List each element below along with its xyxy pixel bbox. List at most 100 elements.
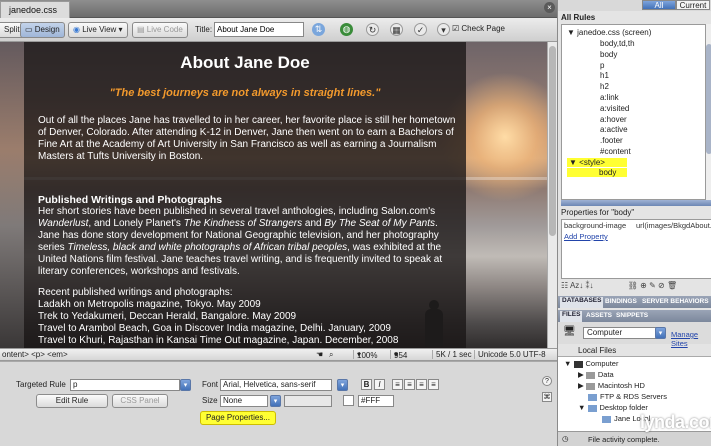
alpha-view-icon[interactable]: Az↓ (570, 281, 583, 290)
attach-stylesheet-icon[interactable]: ⛓ (628, 281, 638, 290)
content-panel[interactable]: About Jane Doe "The best journeys are no… (24, 42, 466, 348)
intro-paragraph[interactable]: Out of all the places Jane has travelled… (38, 115, 460, 163)
file-item-ftp-rds[interactable]: FTP & RDS Servers (588, 392, 667, 401)
window-size[interactable]: 954 x 482 ▾ (390, 350, 407, 378)
quick-tag-icon[interactable]: ⌘ (542, 392, 552, 402)
visual-aids-icon[interactable]: ▦ (390, 23, 403, 36)
style-group-node[interactable]: ▼ <style> (567, 158, 627, 167)
all-mode-button[interactable]: All (642, 0, 676, 10)
targeted-rule-select[interactable]: p (70, 379, 180, 391)
page-heading[interactable]: About Jane Doe (24, 53, 466, 73)
site-select[interactable]: Computer (583, 327, 663, 339)
chevron-down-icon[interactable]: ▾ (270, 395, 281, 407)
collapse-arrow-icon[interactable]: ▼ (564, 359, 574, 368)
edit-rule-button[interactable]: Edit Rule (36, 394, 108, 408)
css-rules-tree[interactable]: ▼ janedoe.css (screen) body,td,th body p h1… (561, 24, 706, 200)
expand-arrow-icon[interactable]: ▶ (578, 381, 586, 390)
tab-files[interactable]: FILES (560, 311, 583, 322)
design-scrollbar[interactable] (547, 42, 557, 348)
css-rule-item[interactable]: h1 (600, 71, 609, 80)
live-code-button[interactable]: ▤ Live Code (132, 22, 188, 38)
design-view[interactable]: About Jane Doe "The best journeys are no… (0, 42, 557, 348)
hand-icon[interactable]: ☚ (316, 350, 323, 359)
help-icon[interactable]: ? (542, 376, 552, 386)
chevron-down-icon[interactable]: ▾ (180, 379, 191, 391)
rules-scrollbar[interactable] (706, 24, 711, 200)
collapse-arrow-icon[interactable]: ▼ (578, 403, 588, 412)
page-properties-button[interactable]: Page Properties... (200, 411, 276, 425)
css-rule-item[interactable]: p (600, 61, 604, 70)
file-item-computer[interactable]: ▼ Computer (564, 359, 618, 368)
scrollbar-thumb[interactable] (549, 46, 556, 236)
doc-tab-janedoe-css[interactable]: janedoe.css (0, 1, 70, 18)
css-rule-item[interactable]: body (600, 50, 617, 59)
set-properties-icon[interactable]: ⁑↓ (586, 281, 594, 290)
size-select[interactable]: None (220, 395, 268, 407)
recent-item[interactable]: Travel to Arambol Beach, Goa in Discover… (38, 323, 391, 334)
category-view-icon[interactable]: ☷ (561, 281, 568, 290)
stylesheet-node[interactable]: ▼ janedoe.css (screen) (567, 28, 651, 37)
file-item-macintosh-hd[interactable]: ▶ Macintosh HD (578, 381, 645, 390)
validate-icon[interactable]: ✓ (414, 23, 427, 36)
css-rule-item[interactable]: a:active (600, 125, 628, 134)
css-rule-item[interactable]: a:visited (600, 104, 629, 113)
tab-snippets[interactable]: SNIPPETS (616, 312, 648, 319)
expand-arrow-icon[interactable]: ▼ (569, 158, 577, 167)
align-center-icon[interactable]: ≡ (404, 379, 415, 390)
bold-button[interactable]: B (361, 379, 372, 390)
css-rule-item[interactable]: a:hover (600, 115, 627, 124)
css-rule-item[interactable]: a:link (600, 93, 619, 102)
scrollbar-thumb[interactable] (706, 44, 711, 154)
browser-check-icon[interactable]: ▾ (437, 23, 450, 36)
css-rule-item[interactable]: h2 (600, 82, 609, 91)
check-page-button[interactable]: ☑ Check Page (452, 24, 505, 33)
title-input[interactable] (214, 22, 304, 37)
zoom-select[interactable]: 100% ▾ (353, 350, 377, 360)
file-item-data[interactable]: ▶ Data (578, 370, 614, 379)
file-management-icon[interactable]: ⇅ (312, 23, 325, 36)
css-panel-button[interactable]: CSS Panel (112, 394, 168, 408)
recent-item[interactable]: Ladakh on Metropolis magazine, Tokyo. Ma… (38, 299, 261, 310)
live-view-button[interactable]: ◉ Live View ▾ (68, 22, 128, 38)
css-rule-item[interactable]: #content (600, 147, 631, 156)
tag-selector[interactable]: ontent> <p> <em> (2, 350, 68, 359)
page-tagline[interactable]: "The best journeys are not always in str… (24, 87, 466, 99)
disable-icon[interactable]: ⊘ (658, 281, 665, 290)
recent-item[interactable]: Travel to Khuri, Rajasthan in Kansai Tim… (38, 335, 398, 346)
design-button[interactable]: ▭ Design (20, 22, 65, 38)
section-heading[interactable]: Published Writings and Photographs (38, 194, 222, 206)
manage-sites-link[interactable]: Manage Sites (671, 330, 711, 348)
tab-bindings[interactable]: BINDINGS (605, 298, 637, 305)
tab-databases[interactable]: DATABASES (560, 297, 604, 308)
css-rule-item[interactable]: .footer (600, 136, 623, 145)
zoom-icon[interactable]: ⌕ (329, 350, 333, 360)
property-value[interactable]: url(images/BkgdAbout.jpg) (636, 221, 711, 230)
size-unit-select[interactable] (284, 395, 332, 407)
file-item-desktop[interactable]: ▼ Desktop folder (578, 403, 648, 412)
writings-paragraph[interactable]: Her short stories have been published in… (38, 206, 460, 278)
align-right-icon[interactable]: ≡ (416, 379, 427, 390)
expand-arrow-icon[interactable]: ▼ (567, 28, 575, 37)
css-rule-item[interactable]: body,td,th (600, 39, 635, 48)
add-property-link[interactable]: Add Property (564, 232, 608, 241)
css-properties-table[interactable]: background-image url(images/BkgdAbout.jp… (561, 219, 711, 279)
style-body-rule[interactable]: body (567, 168, 627, 177)
expand-arrow-icon[interactable]: ▶ (578, 370, 586, 379)
align-justify-icon[interactable]: ≡ (428, 379, 439, 390)
current-mode-button[interactable]: Current (676, 0, 710, 10)
font-select[interactable]: Arial, Helvetica, sans-serif (220, 379, 332, 391)
new-rule-icon[interactable]: ⊕ (640, 281, 647, 290)
property-name[interactable]: background-image (564, 221, 626, 230)
delete-icon[interactable]: 🗑 (667, 281, 677, 290)
color-swatch[interactable] (343, 395, 354, 406)
close-icon[interactable]: × (544, 2, 555, 13)
color-field[interactable]: #FFF (358, 395, 394, 407)
refresh-icon[interactable]: ↻ (366, 23, 379, 36)
edit-rule-icon[interactable]: ✎ (649, 281, 656, 290)
recent-heading[interactable]: Recent published writings and photograph… (38, 287, 233, 298)
tab-server-behaviors[interactable]: SERVER BEHAVIORS (642, 298, 709, 305)
horizontal-scrollbar[interactable] (561, 200, 711, 206)
align-left-icon[interactable]: ≡ (392, 379, 403, 390)
italic-button[interactable]: I (374, 379, 385, 390)
recent-item[interactable]: Trek to Yedakumeri, Deccan Herald, Banga… (38, 311, 296, 322)
